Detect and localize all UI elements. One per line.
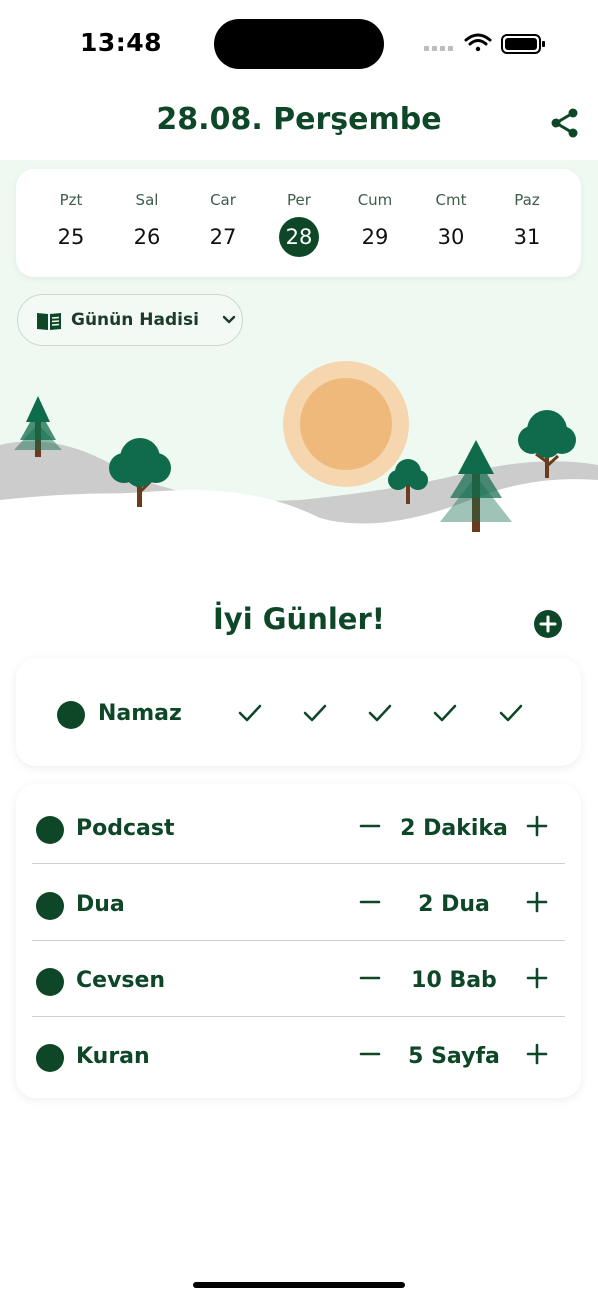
plus-icon[interactable] — [523, 888, 551, 916]
check-icon[interactable] — [432, 702, 458, 724]
day-name: Pzt — [59, 191, 83, 209]
day-name: Per — [287, 191, 311, 209]
day-number: 25 — [57, 225, 85, 249]
day-name: Sal — [135, 191, 159, 209]
minus-icon[interactable] — [356, 812, 384, 840]
task-row: Podcast 2 Dakika — [16, 788, 581, 864]
page-title: 28.08. Perşembe — [156, 102, 442, 137]
day-item[interactable]: Cum 29 — [337, 169, 413, 277]
namaz-dot — [57, 701, 85, 729]
task-row: Kuran 5 Sayfa — [16, 1016, 581, 1092]
check-icon[interactable] — [302, 702, 328, 724]
day-number: 31 — [513, 225, 541, 249]
task-label: Podcast — [76, 816, 175, 841]
check-icon[interactable] — [237, 702, 263, 724]
day-number: 29 — [361, 225, 389, 249]
day-item[interactable]: Cmt 30 — [413, 169, 489, 277]
greeting-title: İyi Günler! — [213, 602, 385, 636]
signal-icon — [424, 46, 453, 51]
task-dot — [36, 968, 64, 996]
share-icon[interactable] — [548, 106, 582, 140]
chevron-down-icon — [222, 315, 236, 324]
namaz-card: Namaz — [16, 658, 581, 766]
task-value: 2 Dua — [418, 892, 490, 917]
day-item[interactable]: Paz 31 — [489, 169, 565, 277]
minus-icon[interactable] — [356, 888, 384, 916]
plus-icon[interactable] — [523, 964, 551, 992]
day-number: 27 — [209, 225, 237, 249]
pine-tree-left — [14, 396, 62, 457]
task-row: Cevsen 10 Bab — [16, 940, 581, 1016]
check-icon[interactable] — [498, 702, 524, 724]
check-icon[interactable] — [367, 702, 393, 724]
dynamic-island — [214, 19, 384, 69]
daily-hadith-label: Günün Hadisi — [71, 310, 199, 330]
day-name: Car — [210, 191, 236, 209]
day-name: Cum — [357, 191, 393, 209]
day-number: 26 — [133, 225, 161, 249]
minus-icon[interactable] — [356, 964, 384, 992]
day-number-selected: 28 — [279, 217, 319, 257]
tasks-card: Podcast 2 Dakika Dua 2 Dua Cevsen 10 Bab… — [16, 784, 581, 1098]
status-icons — [424, 33, 545, 54]
minus-icon[interactable] — [356, 1040, 384, 1068]
wifi-icon — [464, 33, 492, 52]
task-label: Kuran — [76, 1044, 150, 1069]
daily-hadith-button[interactable]: Günün Hadisi — [17, 294, 243, 346]
landscape-illustration — [0, 361, 598, 550]
plus-circle-icon[interactable] — [533, 609, 563, 639]
day-item-selected[interactable]: Per 28 — [261, 169, 337, 277]
plus-icon[interactable] — [523, 812, 551, 840]
day-item[interactable]: Car 27 — [185, 169, 261, 277]
book-icon — [37, 313, 61, 330]
task-value: 2 Dakika — [400, 816, 508, 841]
namaz-label: Namaz — [98, 701, 182, 726]
task-row: Dua 2 Dua — [16, 864, 581, 940]
day-name: Cmt — [435, 191, 467, 209]
day-name: Paz — [514, 191, 540, 209]
week-selector: Pzt 25 Sal 26 Car 27 Per 28 Cum 29 Cmt 3… — [16, 169, 581, 277]
task-value: 10 Bab — [411, 968, 497, 993]
task-dot — [36, 1044, 64, 1072]
task-label: Cevsen — [76, 968, 166, 993]
task-dot — [36, 816, 64, 844]
task-label: Dua — [76, 892, 125, 917]
sun — [283, 361, 409, 487]
task-value: 5 Sayfa — [408, 1044, 500, 1069]
status-time: 13:48 — [80, 28, 163, 57]
day-item[interactable]: Sal 26 — [109, 169, 185, 277]
task-dot — [36, 892, 64, 920]
day-number: 30 — [437, 225, 465, 249]
status-bar: 13:48 — [0, 0, 598, 88]
home-indicator[interactable] — [193, 1282, 405, 1288]
battery-icon — [501, 34, 545, 54]
day-item[interactable]: Pzt 25 — [33, 169, 109, 277]
plus-icon[interactable] — [523, 1040, 551, 1068]
